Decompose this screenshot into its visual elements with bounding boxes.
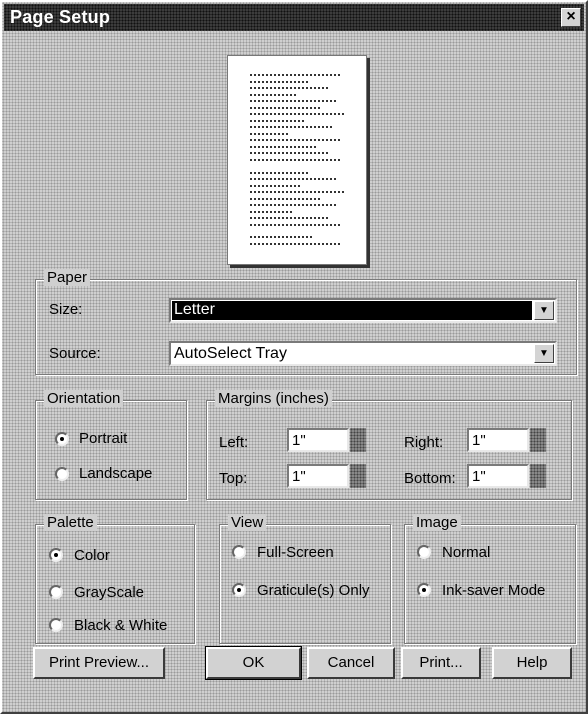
inksaver-label[interactable]: Ink-saver Mode xyxy=(442,582,545,599)
orientation-group: Orientation xyxy=(35,390,187,500)
margins-legend: Margins (inches) xyxy=(215,390,332,407)
print-button[interactable]: Print... xyxy=(401,647,481,679)
chevron-down-icon[interactable]: ▼ xyxy=(534,301,554,320)
page-setup-dialog: Page Setup × Paper Size: Letter ▼ Source… xyxy=(0,0,588,714)
top-margin-spinner[interactable] xyxy=(350,464,366,488)
portrait-label[interactable]: Portrait xyxy=(79,430,127,447)
top-margin-label: Top: xyxy=(219,470,248,487)
paper-size-select[interactable]: Letter ▼ xyxy=(169,298,557,323)
size-label: Size: xyxy=(49,301,83,318)
title-bar[interactable]: Page Setup × xyxy=(4,4,584,31)
inksaver-radio[interactable] xyxy=(417,583,431,597)
fullscreen-label[interactable]: Full-Screen xyxy=(257,544,334,561)
paper-source-select[interactable]: AutoSelect Tray ▼ xyxy=(169,341,557,366)
left-margin-input[interactable]: 1" xyxy=(287,428,349,452)
black-white-label[interactable]: Black & White xyxy=(74,617,167,634)
close-icon[interactable]: × xyxy=(561,8,581,27)
window-title: Page Setup xyxy=(10,7,111,27)
left-margin-label: Left: xyxy=(219,434,249,451)
fullscreen-radio[interactable] xyxy=(232,545,246,559)
black-white-radio[interactable] xyxy=(49,618,63,632)
left-margin-spinner[interactable] xyxy=(350,428,366,452)
bottom-margin-label: Bottom: xyxy=(404,470,456,487)
chevron-down-icon[interactable]: ▼ xyxy=(534,344,554,363)
bottom-margin-input[interactable]: 1" xyxy=(467,464,529,488)
paper-legend: Paper xyxy=(44,269,91,286)
grayscale-label[interactable]: GrayScale xyxy=(74,584,144,601)
color-radio[interactable] xyxy=(49,548,63,562)
paper-size-value: Letter xyxy=(172,301,532,320)
ok-button[interactable]: OK xyxy=(205,646,302,680)
page-preview xyxy=(227,55,367,265)
landscape-label[interactable]: Landscape xyxy=(79,465,152,482)
image-legend: Image xyxy=(413,514,461,531)
top-margin-input[interactable]: 1" xyxy=(287,464,349,488)
palette-legend: Palette xyxy=(44,514,97,531)
color-label[interactable]: Color xyxy=(74,547,110,564)
cancel-button[interactable]: Cancel xyxy=(307,647,395,679)
view-legend: View xyxy=(228,514,267,531)
source-label: Source: xyxy=(49,345,101,362)
graticule-label[interactable]: Graticule(s) Only xyxy=(257,582,370,599)
orientation-legend: Orientation xyxy=(44,390,124,407)
portrait-radio[interactable] xyxy=(55,432,69,446)
help-button[interactable]: Help xyxy=(492,647,572,679)
landscape-radio[interactable] xyxy=(55,467,69,481)
print-preview-button[interactable]: Print Preview... xyxy=(33,647,165,679)
paper-source-value: AutoSelect Tray xyxy=(174,345,287,362)
right-margin-spinner[interactable] xyxy=(530,428,546,452)
right-margin-input[interactable]: 1" xyxy=(467,428,529,452)
bottom-margin-spinner[interactable] xyxy=(530,464,546,488)
right-margin-label: Right: xyxy=(404,434,444,451)
normal-radio[interactable] xyxy=(417,545,431,559)
grayscale-radio[interactable] xyxy=(49,585,63,599)
normal-label[interactable]: Normal xyxy=(442,544,490,561)
graticule-radio[interactable] xyxy=(232,583,246,597)
